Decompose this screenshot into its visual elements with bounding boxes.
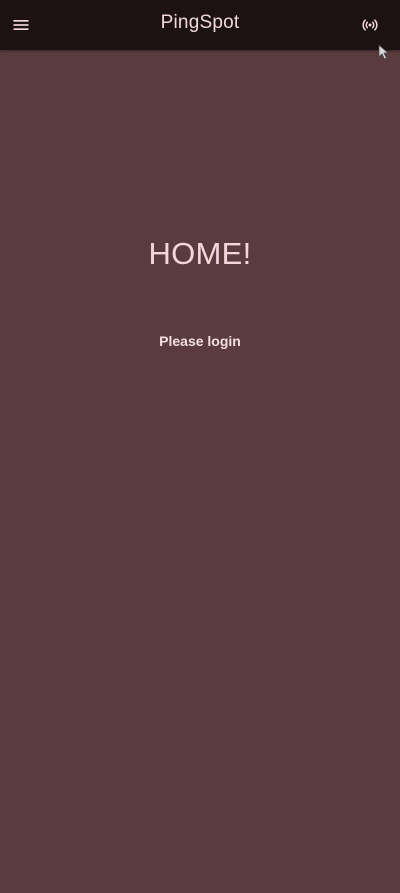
broadcast-ping-icon — [362, 19, 378, 31]
login-prompt-link[interactable]: Please login — [0, 333, 400, 349]
ping-button[interactable] — [358, 13, 382, 37]
top-app-bar: PingSpot — [0, 0, 400, 50]
app-root: PingSpot HOME! Please login — [0, 0, 400, 893]
home-heading: HOME! — [148, 236, 252, 271]
app-title: PingSpot — [160, 12, 240, 33]
